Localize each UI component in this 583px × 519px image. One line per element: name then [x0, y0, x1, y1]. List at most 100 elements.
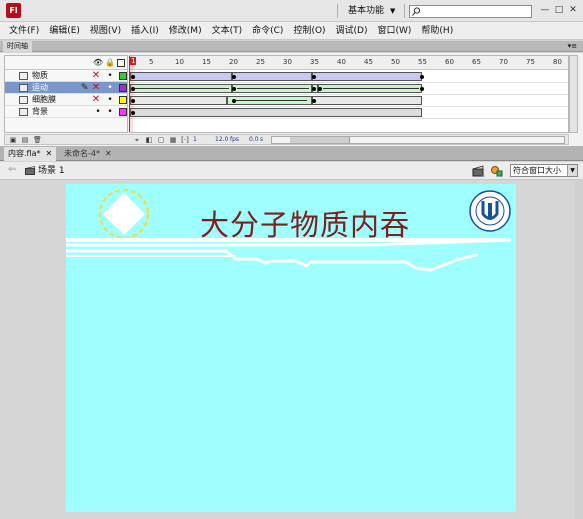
- hidden-x-icon[interactable]: ✕: [91, 70, 101, 82]
- menu-text[interactable]: 文本(T): [207, 22, 248, 40]
- elapsed-time-value: 0.0: [249, 136, 259, 143]
- keyframe[interactable]: [312, 87, 316, 91]
- motion-tween-span[interactable]: [312, 72, 422, 81]
- ruler-number: 30: [283, 58, 292, 66]
- tween-arrow: [235, 100, 307, 101]
- layer-color-swatch[interactable]: [119, 72, 127, 80]
- timeline-panel: 👁 🔒 物质 ✕ • 运动 ✎ ✕ • 细胞膜 ✕ • 背景 • • 5 10 …: [0, 53, 583, 146]
- edit-multiple-icon[interactable]: ▦: [169, 136, 177, 144]
- layer-color-swatch[interactable]: [119, 108, 127, 116]
- motion-tween-span[interactable]: [232, 72, 312, 81]
- layer-row[interactable]: 细胞膜 ✕ •: [5, 94, 127, 106]
- panel-menu-icon[interactable]: ▾≡: [568, 41, 577, 52]
- maximize-button[interactable]: □: [553, 3, 565, 17]
- lock-icon[interactable]: 🔒: [105, 58, 115, 68]
- lock-dot[interactable]: •: [105, 106, 115, 118]
- lock-dot[interactable]: •: [105, 70, 115, 82]
- menu-view[interactable]: 视图(V): [85, 22, 126, 40]
- keyframe[interactable]: [232, 87, 236, 91]
- onion-skin-icon[interactable]: ◧: [145, 136, 153, 144]
- frame-rate-unit: fps: [230, 136, 240, 143]
- eye-icon[interactable]: 👁: [93, 58, 103, 68]
- flash-logo-icon: Fl: [6, 3, 21, 18]
- onion-markers-icon[interactable]: [·]: [181, 136, 189, 144]
- new-layer-icon[interactable]: ▣: [9, 136, 17, 144]
- workspace-label: 基本功能: [348, 6, 385, 16]
- frame-grid[interactable]: 5 10 15 20 25 30 35 40 45 50 55 60 65 70…: [129, 55, 569, 133]
- university-logo-icon: [469, 190, 511, 232]
- motion-tween-span[interactable]: [130, 72, 232, 81]
- frame-row[interactable]: [129, 71, 568, 83]
- menu-modify[interactable]: 修改(M): [164, 22, 207, 40]
- center-frame-icon[interactable]: ⌖: [133, 136, 141, 144]
- edit-scene-icon[interactable]: [472, 164, 486, 178]
- chevron-down-icon[interactable]: ▼: [567, 165, 577, 176]
- frame-ruler[interactable]: 5 10 15 20 25 30 35 40 45 50 55 60 65 70…: [129, 56, 568, 70]
- menu-insert[interactable]: 插入(I): [126, 22, 164, 40]
- menu-file[interactable]: 文件(F): [4, 22, 44, 40]
- help-search-input[interactable]: [409, 5, 532, 18]
- ruler-number: 5: [149, 58, 154, 66]
- molecule-diamond[interactable]: [98, 188, 150, 240]
- frame-row[interactable]: [129, 83, 568, 95]
- layer-row[interactable]: 运动 ✎ ✕ •: [5, 82, 127, 94]
- back-arrow-icon[interactable]: ⇐: [8, 164, 16, 175]
- minimize-button[interactable]: —: [539, 3, 551, 17]
- close-button[interactable]: ✕: [567, 3, 579, 17]
- menu-help[interactable]: 帮助(H): [416, 22, 458, 40]
- keyframe[interactable]: [232, 75, 236, 79]
- timeline-tab[interactable]: 时间轴: [3, 41, 32, 52]
- edit-symbols-icon[interactable]: [490, 164, 504, 178]
- delete-layer-icon[interactable]: 🗑: [33, 136, 42, 144]
- hidden-x-icon[interactable]: ✕: [91, 94, 101, 106]
- layer-color-swatch[interactable]: [119, 96, 127, 104]
- workspace-switcher[interactable]: 基本功能 ▼: [342, 4, 401, 18]
- keyframe[interactable]: [312, 75, 316, 79]
- menu-edit[interactable]: 编辑(E): [44, 22, 85, 40]
- search-icon: [412, 7, 421, 16]
- zoom-dropdown[interactable]: 符合窗口大小 ▼: [510, 164, 578, 177]
- menu-window[interactable]: 窗口(W): [373, 22, 417, 40]
- lock-dot[interactable]: •: [105, 82, 115, 94]
- playhead[interactable]: 1: [129, 56, 137, 132]
- keyframe[interactable]: [420, 75, 424, 79]
- menu-control[interactable]: 控制(O): [288, 22, 330, 40]
- ruler-number: 70: [499, 58, 508, 66]
- timeline-vertical-scrollbar[interactable]: [569, 55, 578, 133]
- layer-color-swatch[interactable]: [119, 84, 127, 92]
- divider: [404, 4, 405, 18]
- scroll-thumb[interactable]: [290, 137, 350, 143]
- stage-vertical-scrollbar[interactable]: [575, 181, 583, 519]
- tween-arrow: [237, 88, 309, 89]
- ruler-number: 40: [337, 58, 346, 66]
- ruler-number: 75: [526, 58, 535, 66]
- hidden-x-icon[interactable]: ✕: [91, 82, 101, 94]
- static-span[interactable]: [130, 108, 422, 117]
- timeline-horizontal-scrollbar[interactable]: [271, 136, 565, 144]
- static-span[interactable]: [130, 96, 227, 105]
- scene-breadcrumb[interactable]: 场景 1: [38, 162, 65, 180]
- keyframe[interactable]: [318, 87, 322, 91]
- frame-row[interactable]: [129, 107, 568, 119]
- close-tab-icon[interactable]: ✕: [45, 149, 52, 158]
- visible-dot[interactable]: •: [93, 106, 103, 118]
- new-folder-icon[interactable]: ▤: [21, 136, 29, 144]
- layer-row[interactable]: 物质 ✕ •: [5, 70, 127, 82]
- static-span[interactable]: [312, 96, 422, 105]
- keyframe[interactable]: [312, 99, 316, 103]
- frame-row[interactable]: [129, 95, 568, 107]
- lock-dot[interactable]: •: [105, 94, 115, 106]
- document-tab[interactable]: 未命名-4* ✕: [60, 147, 116, 161]
- onion-outline-icon[interactable]: ▢: [157, 136, 165, 144]
- outline-icon[interactable]: [117, 59, 125, 67]
- close-tab-icon[interactable]: ✕: [105, 149, 112, 158]
- frame-rate-value[interactable]: 12.0: [215, 135, 228, 145]
- stage[interactable]: 大分子物质内吞: [66, 184, 516, 512]
- menu-commands[interactable]: 命令(C): [247, 22, 288, 40]
- menu-debug[interactable]: 调试(D): [331, 22, 373, 40]
- keyframe[interactable]: [232, 99, 236, 103]
- layer-row[interactable]: 背景 • •: [5, 106, 127, 118]
- keyframe[interactable]: [420, 87, 424, 91]
- document-tab[interactable]: 内容.fla* ✕: [4, 147, 57, 161]
- stage-title-text[interactable]: 大分子物质内吞: [200, 202, 410, 244]
